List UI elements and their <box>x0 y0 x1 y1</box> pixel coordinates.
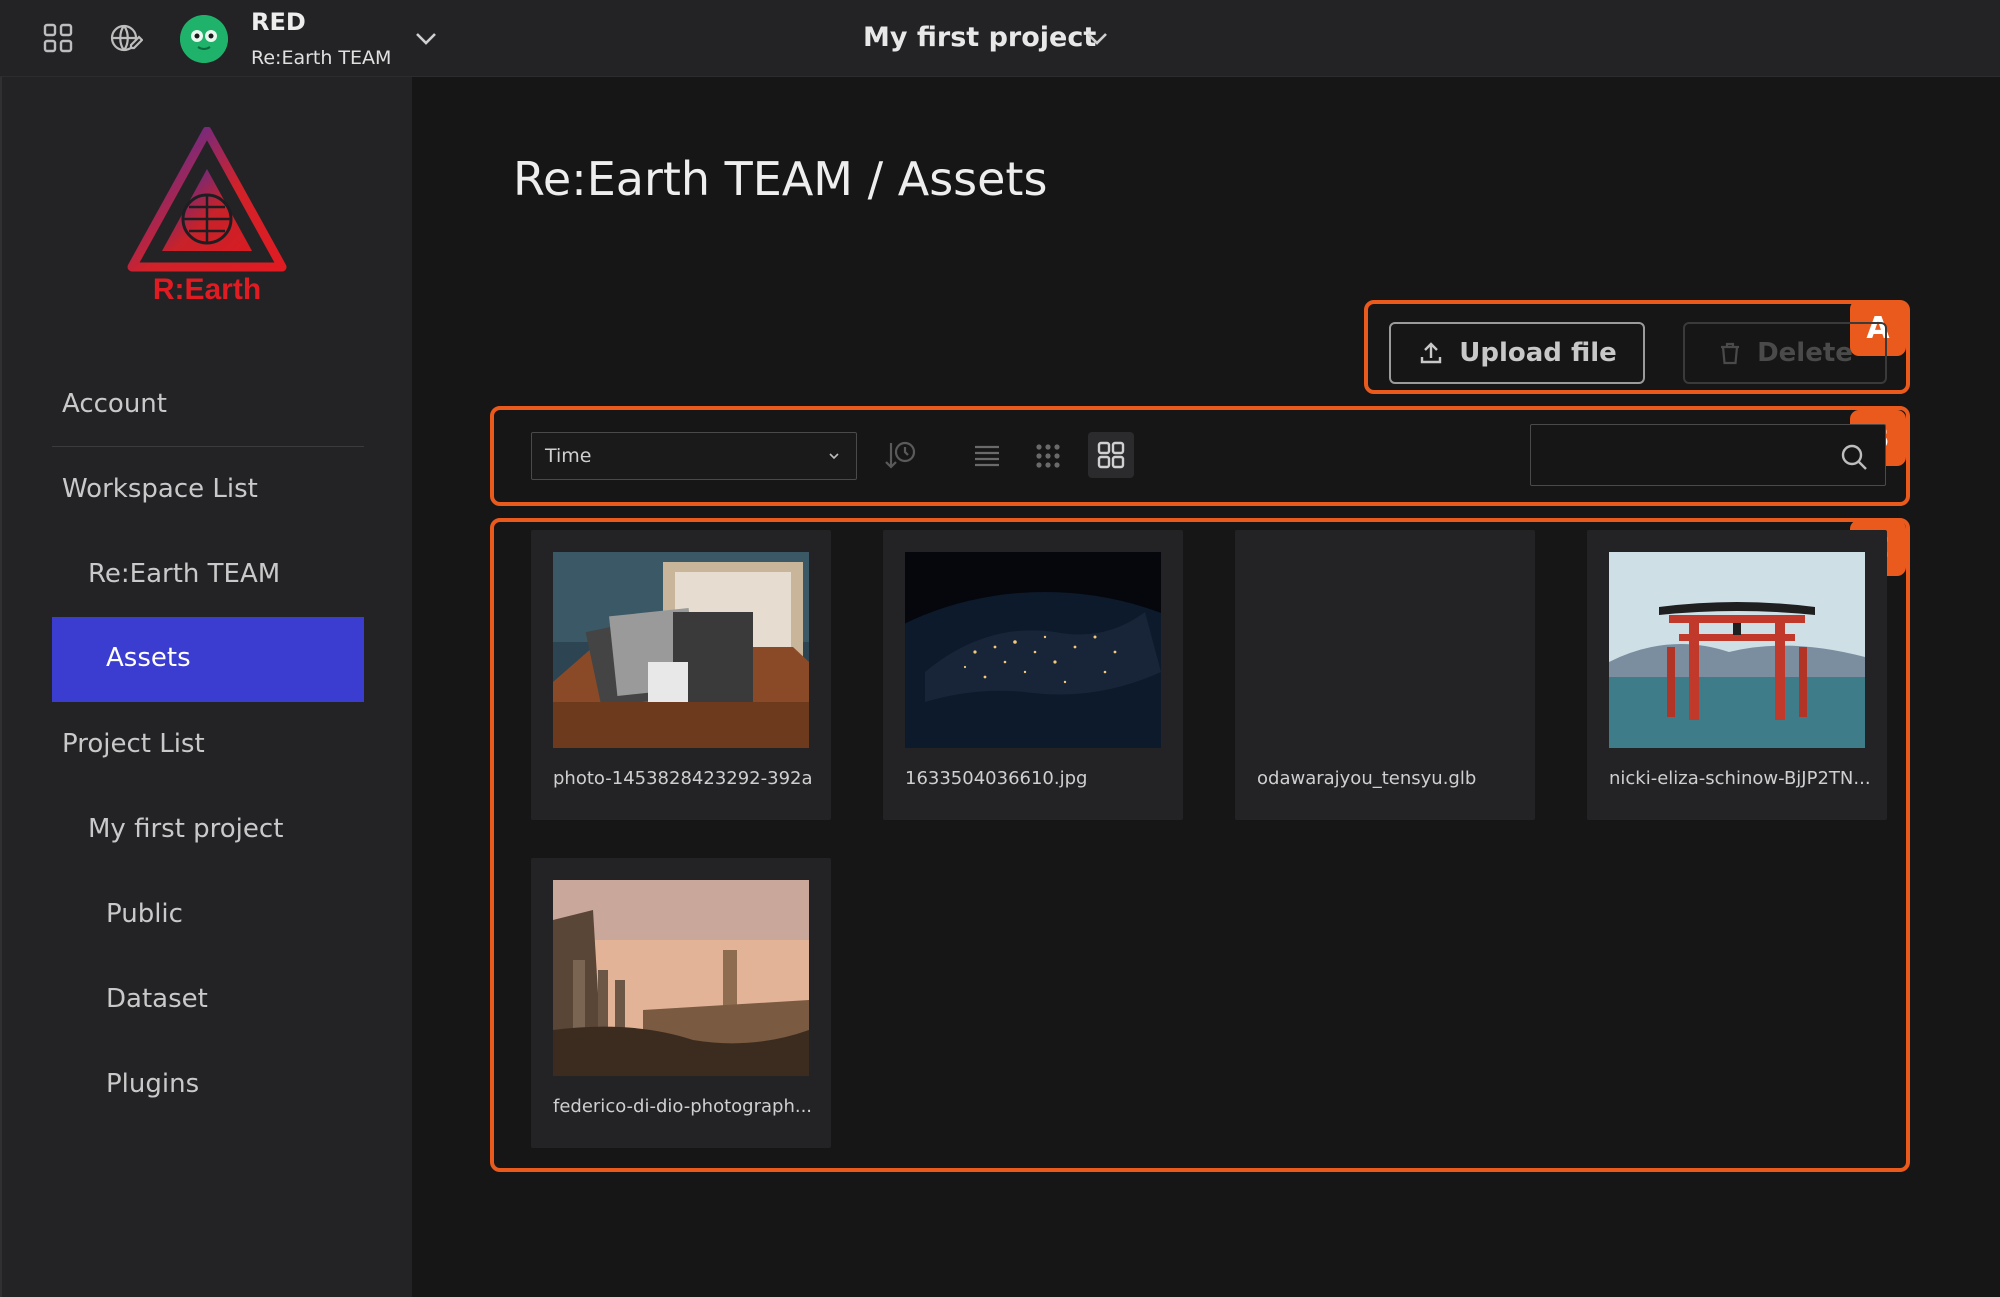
asset-thumbnail <box>553 552 809 748</box>
sort-value: Time <box>545 445 592 467</box>
svg-text:R:Earth: R:Earth <box>153 273 261 306</box>
project-title[interactable]: My first project <box>863 22 1096 53</box>
reearth-logo: R:Earth <box>127 127 287 306</box>
trash-icon <box>1721 342 1740 365</box>
asset-thumbnail <box>905 552 1161 748</box>
upload-label: Upload file <box>1459 338 1617 368</box>
sidebar-item-plugins[interactable]: Plugins <box>106 1069 199 1099</box>
delete-label: Delete <box>1757 338 1853 368</box>
upload-icon <box>1421 342 1442 364</box>
search-input[interactable] <box>1530 424 1886 486</box>
asset-card[interactable]: federico-di-dio-photograph... <box>531 858 831 1148</box>
asset-name: odawarajyou_tensyu.glb <box>1257 768 1477 789</box>
page-title: Re:Earth TEAM / Assets <box>513 152 1048 206</box>
sidebar-item-public[interactable]: Public <box>106 899 183 929</box>
sidebar-item-label: Assets <box>106 643 191 673</box>
chevron-down-icon[interactable] <box>1083 24 1111 52</box>
sidebar-item-account[interactable]: Account <box>62 389 167 419</box>
sidebar-item-my-first-project[interactable]: My first project <box>88 814 283 844</box>
avatar[interactable] <box>180 15 228 63</box>
chevron-down-icon[interactable] <box>412 24 440 52</box>
dashboard-grid-icon[interactable] <box>40 20 76 56</box>
divider <box>52 446 364 447</box>
asset-card[interactable]: nicki-eliza-schinow-BjJP2TN... <box>1587 530 1887 820</box>
asset-card[interactable]: photo-1453828423292-392a... <box>531 530 831 820</box>
asset-name: photo-1453828423292-392a... <box>553 768 813 789</box>
search-icon <box>1841 444 1867 470</box>
sort-select[interactable]: Time <box>531 432 857 480</box>
sidebar-item-assets[interactable]: Assets <box>52 617 364 702</box>
sidebar-item-workspace-list[interactable]: Workspace List <box>62 474 258 504</box>
asset-name: nicki-eliza-schinow-BjJP2TN... <box>1609 768 1869 789</box>
sidebar-item-reearth-team[interactable]: Re:Earth TEAM <box>88 559 280 589</box>
delete-button[interactable]: Delete <box>1683 322 1887 384</box>
asset-thumbnail <box>553 880 809 1076</box>
user-name: RED <box>251 8 306 36</box>
upload-file-button[interactable]: Upload file <box>1389 322 1645 384</box>
large-grid-view-icon[interactable] <box>1088 432 1134 478</box>
globe-edit-icon[interactable] <box>108 20 144 56</box>
sort-order-icon[interactable] <box>880 436 920 476</box>
team-name: Re:Earth TEAM <box>251 47 392 69</box>
asset-name: 1633504036610.jpg <box>905 768 1088 789</box>
asset-thumbnail <box>1609 552 1865 748</box>
list-view-icon[interactable] <box>967 436 1007 476</box>
sidebar: R:Earth Account Workspace List Re:Earth … <box>0 77 412 1297</box>
sidebar-item-dataset[interactable]: Dataset <box>106 984 208 1014</box>
asset-card[interactable]: 1633504036610.jpg <box>883 530 1183 820</box>
top-bar: RED Re:Earth TEAM My first project <box>0 0 2000 77</box>
sidebar-item-project-list[interactable]: Project List <box>62 729 205 759</box>
asset-card[interactable]: odawarajyou_tensyu.glb <box>1235 530 1535 820</box>
chevron-down-icon <box>829 453 839 460</box>
asset-name: federico-di-dio-photograph... <box>553 1096 813 1117</box>
small-grid-view-icon[interactable] <box>1028 436 1068 476</box>
